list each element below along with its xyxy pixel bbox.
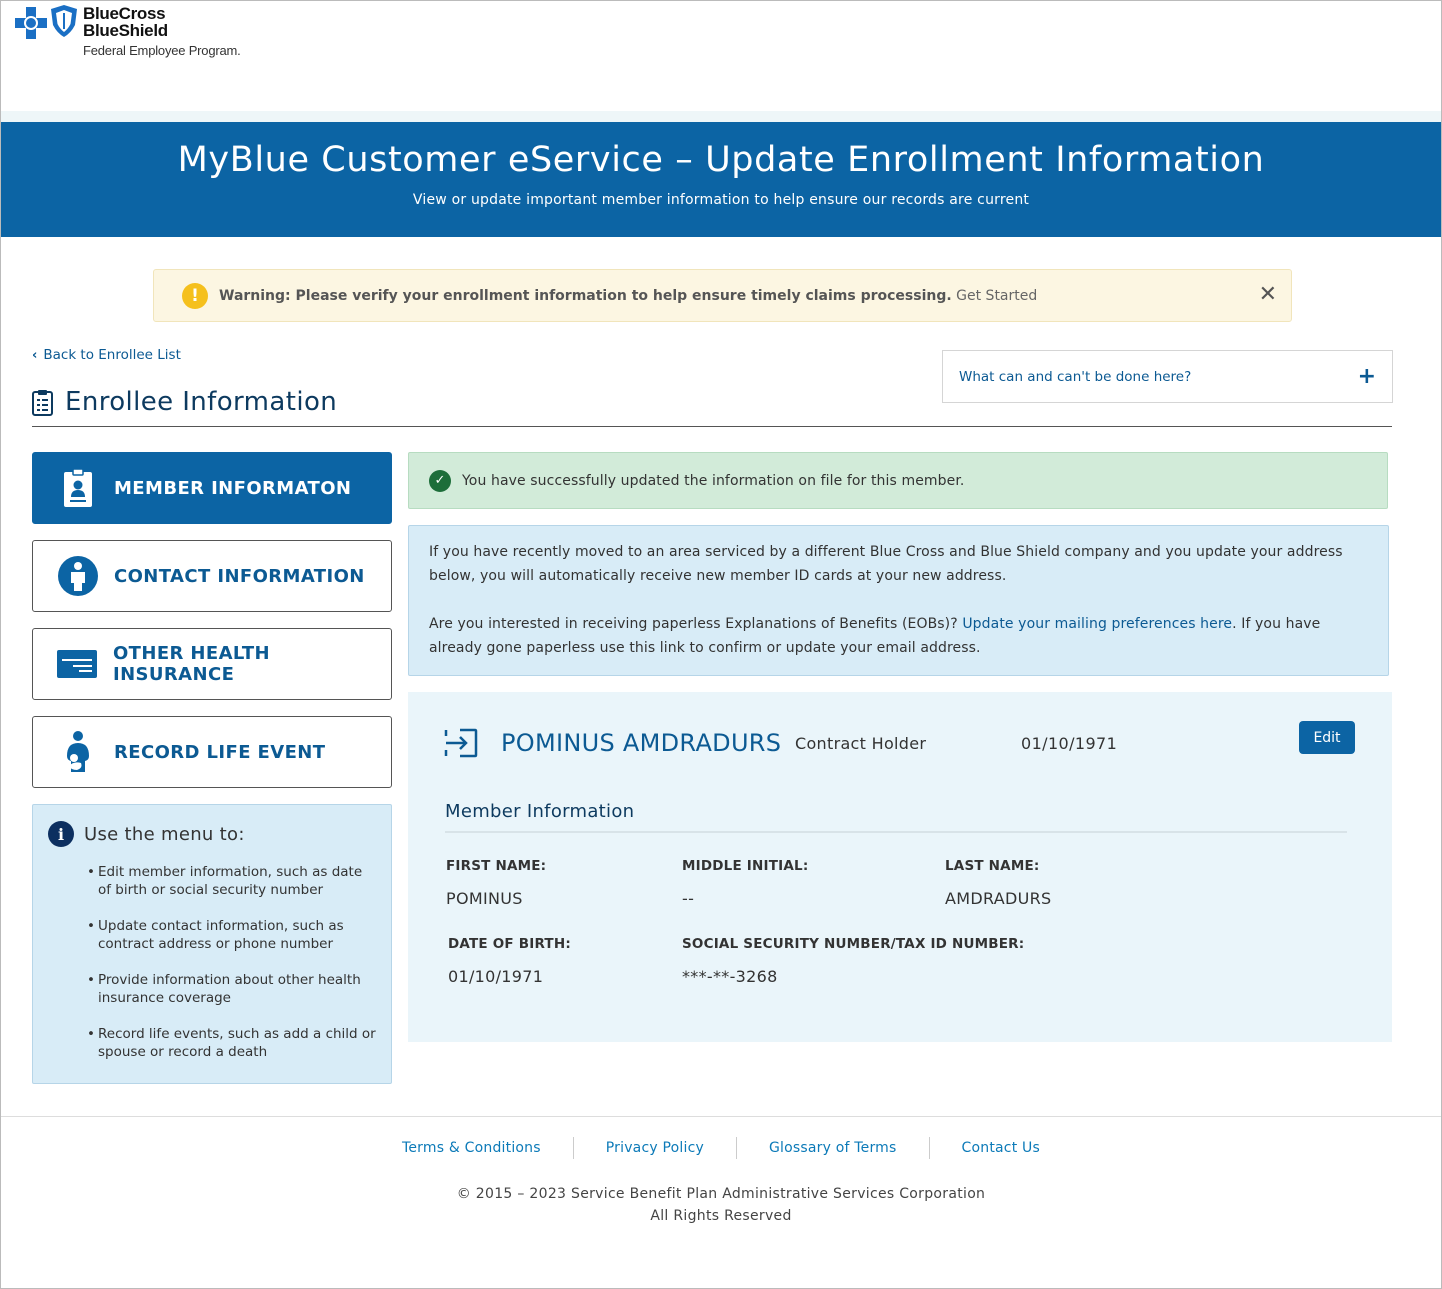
rights-text: All Rights Reserved <box>650 1208 792 1224</box>
first-name-label: FIRST NAME: <box>446 858 547 874</box>
menu-help-heading: Use the menu to: <box>84 823 245 845</box>
brand-line-1: BlueCross <box>83 4 166 23</box>
help-accordion[interactable]: What can and can't be done here? + <box>942 350 1393 403</box>
list-item: Provide information about other health i… <box>87 971 377 1007</box>
section-heading: Enrollee Information <box>32 387 337 417</box>
brand-line-3: Federal Employee Program. <box>83 43 241 58</box>
menu-item-member-information[interactable]: MEMBER INFORMATON <box>32 452 392 524</box>
menu-help-title: i Use the menu to: <box>48 821 245 847</box>
back-link-label: Back to Enrollee List <box>43 347 181 363</box>
last-name-value: AMDRADURS <box>945 889 1052 908</box>
edit-button[interactable]: Edit <box>1299 721 1355 754</box>
member-dob: 01/10/1971 <box>1021 734 1118 753</box>
middle-initial-value: -- <box>682 889 695 908</box>
menu-item-contact-information[interactable]: CONTACT INFORMATION <box>32 540 392 612</box>
person-circle-icon <box>57 555 99 597</box>
footer-link-privacy[interactable]: Privacy Policy <box>574 1137 736 1159</box>
blue-shield-icon <box>51 5 77 37</box>
clipboard-checklist-icon <box>32 389 53 416</box>
footer-link-glossary[interactable]: Glossary of Terms <box>737 1137 929 1159</box>
parent-child-icon <box>57 731 99 773</box>
list-item: Update contact information, such as cont… <box>87 917 377 953</box>
brand-logo[interactable]: BlueCross BlueShield Federal Employee Pr… <box>15 5 275 65</box>
heading-divider <box>32 426 1392 427</box>
ssn-label: SOCIAL SECURITY NUMBER/TAX ID NUMBER: <box>682 936 1025 952</box>
menu-item-other-health-insurance[interactable]: OTHER HEALTH INSURANCE <box>32 628 392 700</box>
brand-wordmark: BlueCross BlueShield Federal Employee Pr… <box>83 5 241 58</box>
mailing-preferences-link[interactable]: Update your mailing preferences here <box>962 616 1232 632</box>
id-badge-icon <box>57 467 99 509</box>
middle-initial-label: MIDDLE INITIAL: <box>682 858 809 874</box>
last-name-label: LAST NAME: <box>945 858 1040 874</box>
date-of-birth-label: DATE OF BIRTH: <box>448 936 571 952</box>
close-icon[interactable]: ✕ <box>1259 284 1277 306</box>
back-to-enrollee-list-link[interactable]: ‹ Back to Enrollee List <box>32 347 181 363</box>
success-message: You have successfully updated the inform… <box>462 472 965 489</box>
date-of-birth-value: 01/10/1971 <box>448 967 544 986</box>
copyright-text: © 2015 – 2023 Service Benefit Plan Admin… <box>456 1186 986 1202</box>
menu-item-label: MEMBER INFORMATON <box>114 477 352 499</box>
menu-item-label: RECORD LIFE EVENT <box>114 741 326 763</box>
footer-link-terms[interactable]: Terms & Conditions <box>370 1137 573 1159</box>
card-icon <box>57 643 98 685</box>
blue-cross-icon <box>15 7 47 39</box>
checkmark-icon: ✓ <box>429 469 451 492</box>
get-started-link[interactable]: Get Started <box>956 288 1037 304</box>
member-information-heading: Member Information <box>445 801 635 822</box>
menu-help-list: Edit member information, such as date of… <box>87 863 377 1079</box>
footer-copyright: © 2015 – 2023 Service Benefit Plan Admin… <box>1 1183 1441 1227</box>
brand-line-2: BlueShield <box>83 21 168 40</box>
page-title: MyBlue Customer eService – Update Enroll… <box>177 140 1265 180</box>
list-item: Record life events, such as add a child … <box>87 1025 377 1061</box>
chevron-left-icon: ‹ <box>32 347 38 363</box>
help-accordion-label: What can and can't be done here? <box>959 368 1192 385</box>
exclamation-icon: ! <box>182 282 208 309</box>
member-card: POMINUS AMDRADURS Contract Holder 01/10/… <box>408 692 1392 1042</box>
warning-text: Warning: Please verify your enrollment i… <box>219 287 952 304</box>
first-name-value: POMINUS <box>446 889 523 908</box>
section-divider <box>445 831 1347 833</box>
ssn-value: ***-**-3268 <box>682 967 778 986</box>
menu-item-label: OTHER HEALTH INSURANCE <box>112 643 270 685</box>
member-role: Contract Holder <box>795 734 927 753</box>
menu-help-panel: i Use the menu to: Edit member informati… <box>32 804 392 1084</box>
list-item: Edit member information, such as date of… <box>87 863 377 899</box>
warning-message: Warning: Please verify your enrollment i… <box>219 288 1037 304</box>
page-subtitle: View or update important member informat… <box>412 192 1030 208</box>
menu-item-record-life-event[interactable]: RECORD LIFE EVENT <box>32 716 392 788</box>
enrollee-information-heading: Enrollee Information <box>65 387 338 417</box>
footer-divider <box>1 1116 1441 1117</box>
hero-banner: MyBlue Customer eService – Update Enroll… <box>1 122 1441 237</box>
footer-links: Terms & Conditions Privacy Policy Glossa… <box>1 1137 1441 1159</box>
info-icon: i <box>48 821 74 847</box>
member-name: POMINUS AMDRADURS <box>501 729 782 757</box>
address-notice-panel: If you have recently moved to an area se… <box>408 525 1389 676</box>
sign-in-arrow-icon <box>444 728 478 758</box>
plus-icon: + <box>1357 364 1376 389</box>
notice-text-before: Are you interested in receiving paperles… <box>429 616 963 632</box>
footer-link-contact[interactable]: Contact Us <box>930 1137 1072 1159</box>
success-alert: ✓ You have successfully updated the info… <box>408 452 1388 509</box>
notice-paragraph-2: Are you interested in receiving paperles… <box>429 612 1368 660</box>
menu-item-label: CONTACT INFORMATION <box>114 565 365 587</box>
notice-paragraph-1: If you have recently moved to an area se… <box>429 544 1343 584</box>
header-stripe <box>1 111 1441 122</box>
warning-alert: ! Warning: Please verify your enrollment… <box>153 269 1292 322</box>
